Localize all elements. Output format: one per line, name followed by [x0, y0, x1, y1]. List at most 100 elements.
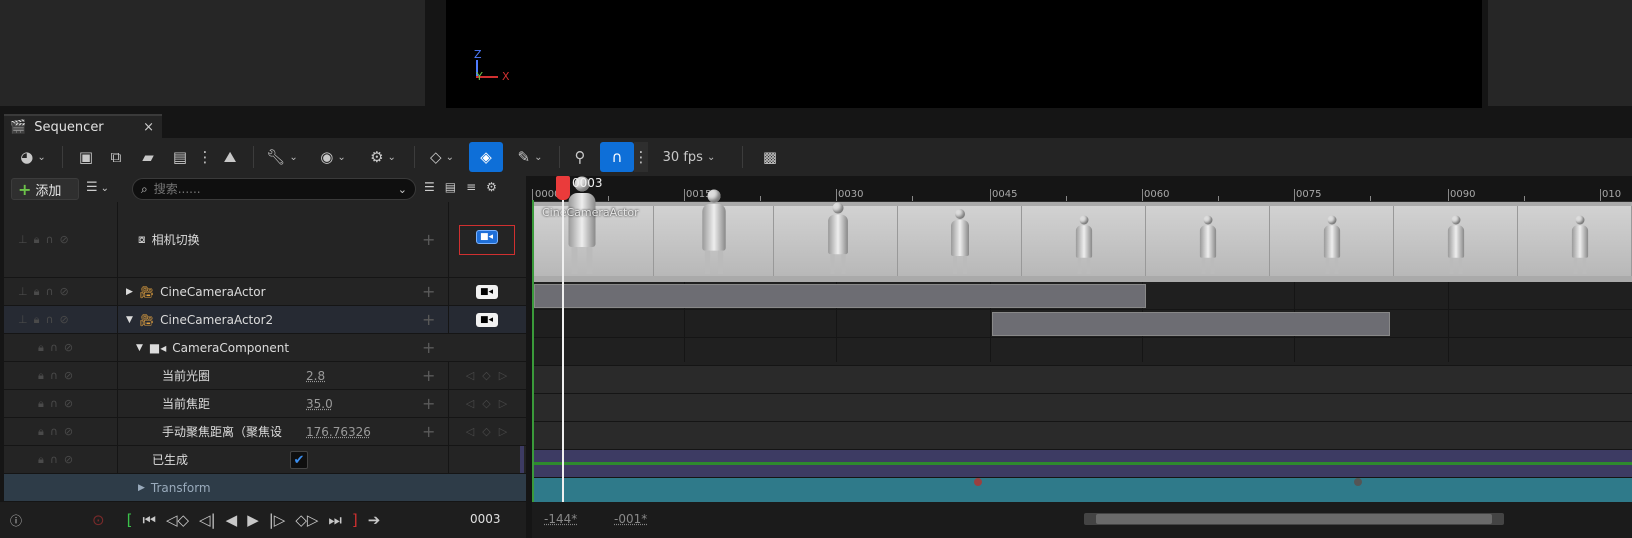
marker-button[interactable]: ⚲ [568, 142, 592, 172]
mute-icon[interactable]: ⊘ [60, 285, 69, 298]
curve-editor-button[interactable]: ▩ [755, 142, 785, 172]
add-track-button[interactable]: + 添加 [11, 178, 79, 200]
spawned-checkbox[interactable]: ✔ [290, 451, 308, 469]
mute-icon[interactable]: ⊘ [60, 233, 69, 246]
add-button[interactable]: + [422, 362, 435, 389]
mute-icon[interactable]: ⊘ [64, 397, 73, 410]
track-row-transform[interactable]: ▶ Transform [4, 474, 526, 502]
mute-icon[interactable]: ⊘ [64, 453, 73, 466]
loop-button[interactable]: ➔ [368, 511, 381, 529]
jump-to-end-button[interactable]: ⏭︎ [328, 511, 342, 529]
solo-icon[interactable]: ∩ [45, 233, 53, 246]
tab-sequencer[interactable]: 🎬 Sequencer × [4, 114, 162, 138]
pin-icon[interactable]: ⊥ [18, 233, 28, 246]
lock-icon[interactable]: 🔒︎ [38, 397, 44, 411]
track-row-cinecameraactor2[interactable]: ⊥ 🔒︎ ∩ ⊘ ▼ 🎥︎ CineCameraActor2 + ■◂ [4, 306, 526, 334]
edit-mode-button[interactable]: ✎ ⌄ [509, 142, 551, 172]
play-button[interactable]: ▶ [247, 511, 259, 529]
next-key-icon[interactable]: ▷ [499, 397, 507, 410]
view-menu-button[interactable]: ◉ ⌄ [310, 142, 356, 172]
add-key-icon[interactable]: ◇ [482, 425, 490, 438]
prev-key-icon[interactable]: ◁ [466, 425, 474, 438]
key-dot[interactable] [1354, 478, 1362, 486]
lock-icon[interactable]: 🔒︎ [34, 313, 40, 327]
add-button[interactable]: + [422, 334, 435, 361]
step-back-button[interactable]: ◁| [199, 511, 216, 529]
view-range-start[interactable]: -144* [544, 512, 577, 526]
jump-to-start-button[interactable]: ⏮︎ [142, 511, 156, 529]
mute-icon[interactable]: ⊘ [64, 369, 73, 382]
focal-length-value[interactable]: 35.0 [306, 390, 333, 417]
view-range-end[interactable]: -001* [614, 512, 647, 526]
add-key-icon[interactable]: ◇ [482, 369, 490, 382]
chevron-down-icon[interactable]: ⌄ [398, 183, 407, 196]
next-key-icon[interactable]: ▷ [499, 425, 507, 438]
solo-icon[interactable]: ∩ [50, 425, 58, 438]
collapse-chevron-icon[interactable]: ▼ [136, 343, 143, 353]
save-button[interactable]: ▣ [71, 142, 101, 172]
snap-options-button[interactable]: ⋮ [634, 142, 649, 172]
key-menu-button[interactable]: ◇ ⌄ [423, 142, 461, 172]
solo-icon[interactable]: ∩ [50, 453, 58, 466]
lock-icon[interactable]: 🔒︎ [38, 341, 44, 355]
play-reverse-button[interactable]: ◀ [226, 511, 238, 529]
mute-icon[interactable]: ⊘ [64, 341, 73, 354]
timeline-scrollbar[interactable] [1084, 513, 1504, 525]
create-camera-button[interactable]: ▰ [131, 142, 165, 172]
set-start-button[interactable]: [ [127, 511, 133, 529]
settings-icon[interactable]: ⚙ [486, 180, 497, 194]
add-button[interactable]: + [422, 306, 435, 333]
track-row-cameracomponent[interactable]: 🔒︎ ∩ ⊘ ▼ ■◂ CameraComponent + [4, 334, 526, 362]
scrollbar-thumb[interactable] [1096, 514, 1492, 524]
lock-icon[interactable]: 🔒︎ [34, 285, 40, 299]
tab-close-button[interactable]: × [143, 120, 154, 135]
browse-button[interactable]: ⧉ [101, 142, 131, 172]
current-frame-field[interactable]: 0003 [470, 512, 501, 526]
add-button[interactable]: + [422, 202, 435, 277]
add-button[interactable]: + [422, 390, 435, 417]
solo-icon[interactable]: ∩ [45, 313, 53, 326]
solo-icon[interactable]: ∩ [50, 369, 58, 382]
time-ruler[interactable]: 0000 0015 0030 0045 0060 0075 0090 010 [532, 176, 1632, 202]
track-row-cinecameraactor[interactable]: ⊥ 🔒︎ ∩ ⊘ ▶ 🎥︎ CineCameraActor + ■◂ [4, 278, 526, 306]
step-forward-button[interactable]: |▷ [269, 511, 286, 529]
pin-icon[interactable]: ⊥ [18, 313, 28, 326]
playhead-handle[interactable] [556, 176, 570, 200]
key-dot[interactable] [974, 478, 982, 486]
more-options-button[interactable]: ⋮ [195, 142, 215, 172]
playback-options-button[interactable]: ⚙ ⌄ [360, 142, 406, 172]
fps-select[interactable]: 30 fps ⌄ [656, 142, 722, 172]
list-icon[interactable]: ≡ [466, 180, 476, 194]
prev-key-icon[interactable]: ◁ [466, 369, 474, 382]
track-row-camera-cuts[interactable]: ⊥ 🔒︎ ∩ ⊘ ⧇ 相机切换 + ■◂ [4, 202, 526, 278]
lock-icon[interactable]: 🔒︎ [34, 233, 40, 247]
camera-lock-toggle[interactable]: ■◂ [475, 284, 498, 299]
mute-icon[interactable]: ⊘ [64, 425, 73, 438]
add-button[interactable]: + [422, 278, 435, 305]
auto-key-button[interactable]: ◈ [469, 142, 503, 172]
lock-icon[interactable]: 🔒︎ [38, 453, 44, 467]
snap-toggle[interactable]: ∩ [600, 142, 634, 172]
info-icon[interactable]: ⓘ [10, 512, 22, 529]
solo-icon[interactable]: ∩ [45, 285, 53, 298]
track-row-aperture[interactable]: 🔒︎ ∩ ⊘ 当前光圈 2.8 + ◁ ◇ ▷ [4, 362, 526, 390]
lock-icon[interactable]: 🔒︎ [38, 425, 44, 439]
expand-icon[interactable]: ▤ [445, 180, 456, 194]
world-menu-button[interactable]: ◕ ⌄ [12, 142, 54, 172]
set-end-button[interactable]: ] [352, 511, 358, 529]
camera-lock-toggle[interactable]: ■◂ [475, 229, 498, 244]
add-key-icon[interactable]: ◇ [482, 397, 490, 410]
camera-cut-section[interactable]: CineCameraActor [534, 176, 1632, 282]
cinecameraactor-section[interactable] [534, 284, 1146, 308]
aperture-value[interactable]: 2.8 [306, 362, 325, 389]
filter-button[interactable]: ☰ ⌄ [86, 180, 109, 195]
timeline-panel[interactable]: 0000 0015 0030 0045 0060 0075 0090 010 C… [532, 176, 1632, 502]
pin-icon[interactable]: ⊥ [18, 285, 28, 298]
cinecameraactor2-section[interactable] [992, 312, 1390, 336]
playback-start-marker[interactable] [532, 200, 534, 502]
track-row-spawned[interactable]: 🔒︎ ∩ ⊘ 已生成 ✔ [4, 446, 526, 474]
level-viewport[interactable]: Z Y X [446, 0, 1482, 108]
expand-chevron-icon[interactable]: ▶ [138, 483, 145, 493]
camera-lock-toggle[interactable]: ■◂ [475, 312, 498, 327]
tools-menu-button[interactable]: 🔧︎ ⌄ [262, 142, 302, 172]
